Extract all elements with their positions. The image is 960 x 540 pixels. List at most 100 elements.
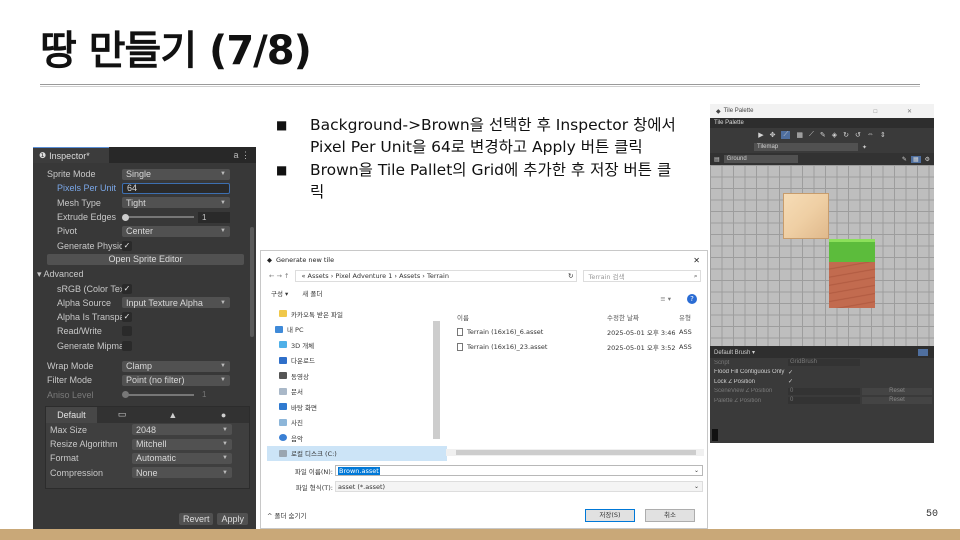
android-icon[interactable]: ▲: [148, 407, 199, 423]
brush-prop-value[interactable]: 0: [788, 397, 860, 405]
nav-item-3d[interactable]: 3D 개체: [267, 337, 447, 353]
cube-icon: [279, 341, 287, 349]
reset-button[interactable]: Reset: [862, 387, 932, 395]
ppu-input[interactable]: 64: [122, 182, 230, 194]
nav-item-videos[interactable]: 동영상: [267, 368, 447, 384]
brush-dropdown[interactable]: Default Brush ▾: [714, 349, 755, 356]
reset-button[interactable]: Reset: [862, 397, 932, 405]
nav-item-downloads[interactable]: 다운로드: [267, 353, 447, 369]
tile-grass-top[interactable]: [829, 239, 875, 262]
resize-dropdown[interactable]: Mitchell ▼: [132, 438, 232, 450]
nav-item-documents[interactable]: 문서: [267, 384, 447, 400]
slider-knob[interactable]: [122, 213, 129, 221]
brush-prop-checkbox[interactable]: ✓: [788, 378, 793, 385]
eraser-icon[interactable]: ✎: [820, 131, 826, 139]
picker-icon[interactable]: ⟋: [809, 131, 814, 139]
read-write-checkbox[interactable]: .: [122, 326, 132, 337]
monitor-icon[interactable]: ▭: [97, 407, 148, 423]
breadcrumb[interactable]: « Assets › Pixel Adventure 1 › Assets › …: [301, 272, 448, 280]
address-bar[interactable]: « Assets › Pixel Adventure 1 › Assets › …: [295, 270, 578, 282]
slider-knob[interactable]: [122, 391, 129, 399]
alpha-source-dropdown[interactable]: Input Texture Alpha ▼: [122, 297, 230, 309]
window-controls[interactable]: □ ✕: [874, 108, 926, 115]
advanced-foldout[interactable]: ▾ Advanced: [33, 267, 256, 281]
tab-tile-palette[interactable]: Tile Palette: [710, 118, 934, 128]
nav-item-pictures[interactable]: 사진: [267, 415, 447, 431]
settings-icon[interactable]: ⚙: [925, 156, 930, 163]
nav-item-local-disk[interactable]: 로컬 디스크 (C:): [267, 445, 447, 461]
nav-item-pc[interactable]: 내 PC: [267, 322, 447, 338]
extrude-slider[interactable]: 1: [122, 211, 230, 223]
extrude-value[interactable]: 1: [198, 211, 230, 223]
nav-arrows[interactable]: ← → ↑: [269, 272, 289, 280]
srgb-checkbox[interactable]: ✓: [122, 283, 132, 294]
format-value: Automatic: [136, 453, 177, 464]
aniso-value[interactable]: 1: [198, 389, 230, 400]
grid-toggle-icon[interactable]: ▦: [910, 155, 921, 163]
refresh-icon[interactable]: ↻: [568, 272, 573, 280]
file-row[interactable]: Terrain (16x16)_6.asset 2025-05-01 오후 3:…: [453, 325, 707, 338]
mesh-type-dropdown[interactable]: Tight ▼: [122, 197, 230, 209]
pivot-dropdown[interactable]: Center ▼: [122, 225, 230, 237]
palette-grid[interactable]: [710, 165, 934, 346]
cancel-button[interactable]: 취소: [645, 509, 695, 522]
chevron-down-icon[interactable]: ⌄: [694, 467, 699, 474]
nav-item-music[interactable]: 음악: [267, 430, 447, 446]
brush-prop-value[interactable]: 0: [788, 387, 860, 395]
flip-y-icon[interactable]: ⇕: [880, 131, 886, 139]
tilemap-dropdown[interactable]: Tilemap: [754, 143, 858, 151]
brush-pick-icon[interactable]: [918, 348, 928, 356]
max-size-dropdown[interactable]: 2048 ▼: [132, 424, 232, 436]
nav-item-desktop[interactable]: 바탕 화면: [267, 399, 447, 415]
file-list-hscroll[interactable]: [446, 449, 704, 456]
col-type[interactable]: 유형: [679, 312, 691, 322]
gen-mipmap-checkbox[interactable]: .: [122, 340, 132, 351]
sprite-mode-dropdown[interactable]: Single ▼: [122, 168, 230, 180]
open-sprite-editor-button[interactable]: Open Sprite Editor: [47, 254, 244, 266]
filter-mode-dropdown[interactable]: Point (no filter) ▼: [122, 374, 230, 386]
alpha-transparent-checkbox[interactable]: ✓: [122, 312, 132, 323]
paint-brush-icon[interactable]: ⟋: [781, 130, 791, 139]
rotate-ccw-icon[interactable]: ↺: [855, 131, 861, 139]
format-dropdown[interactable]: Automatic ▼: [132, 452, 232, 464]
save-button[interactable]: 저장(S): [585, 509, 635, 522]
col-name[interactable]: 이름: [453, 312, 607, 322]
search-input[interactable]: Terrain 검색 ⌕: [583, 270, 702, 282]
select-tool-icon[interactable]: ▶: [758, 131, 763, 139]
help-icon[interactable]: ?: [687, 294, 697, 304]
rotate-cw-icon[interactable]: ↻: [843, 131, 849, 139]
scroll-thumb[interactable]: [456, 450, 696, 455]
tile-dirt[interactable]: [829, 262, 875, 308]
new-folder-button[interactable]: 새 폴더: [302, 288, 322, 298]
close-icon[interactable]: ✕: [693, 256, 700, 265]
aniso-slider[interactable]: 1: [122, 389, 230, 400]
move-tool-icon[interactable]: ✥: [770, 131, 776, 139]
flip-x-icon[interactable]: ⇔: [867, 131, 874, 138]
tile-brown[interactable]: [783, 193, 829, 239]
apple-icon[interactable]: ●: [198, 407, 249, 423]
hide-folders-toggle[interactable]: ^ 폴더 숨기기: [267, 510, 306, 520]
filetype-select[interactable]: asset (*.asset) ⌄: [335, 481, 703, 492]
gen-physics-checkbox[interactable]: ✓: [122, 240, 132, 251]
edit-icon[interactable]: ✎: [902, 156, 907, 163]
lock-menu-icon[interactable]: a ⋮: [233, 150, 250, 161]
compression-dropdown[interactable]: None ▼: [132, 467, 232, 479]
palette-window-title: Tile Palette: [723, 108, 754, 114]
view-options-icon[interactable]: ≡ ▾: [660, 295, 671, 303]
revert-button[interactable]: Revert: [178, 513, 214, 525]
tab-default-platform[interactable]: Default: [46, 406, 97, 423]
tab-inspector[interactable]: ❶ Inspector*: [33, 147, 109, 163]
organize-button[interactable]: 구성 ▾: [271, 288, 288, 298]
brush-prop-checkbox[interactable]: ✓: [788, 369, 793, 376]
focus-icon[interactable]: ✦: [862, 144, 867, 151]
wrap-mode-dropdown[interactable]: Clamp ▼: [122, 360, 230, 372]
col-date[interactable]: 수정한 날짜: [607, 312, 679, 322]
fill-icon[interactable]: ◈: [832, 131, 837, 139]
filename-input[interactable]: Brown.asset ⌄: [335, 465, 703, 476]
file-row[interactable]: Terrain (16x16)_23.asset 2025-05-01 오후 3…: [453, 340, 707, 353]
box-fill-icon[interactable]: ▦: [796, 131, 803, 139]
nav-scrollbar[interactable]: [433, 321, 440, 439]
palette-dropdown[interactable]: Ground: [723, 155, 798, 163]
nav-item-kakao[interactable]: 카카오톡 받은 파일: [267, 306, 447, 322]
apply-button[interactable]: Apply: [217, 513, 248, 525]
